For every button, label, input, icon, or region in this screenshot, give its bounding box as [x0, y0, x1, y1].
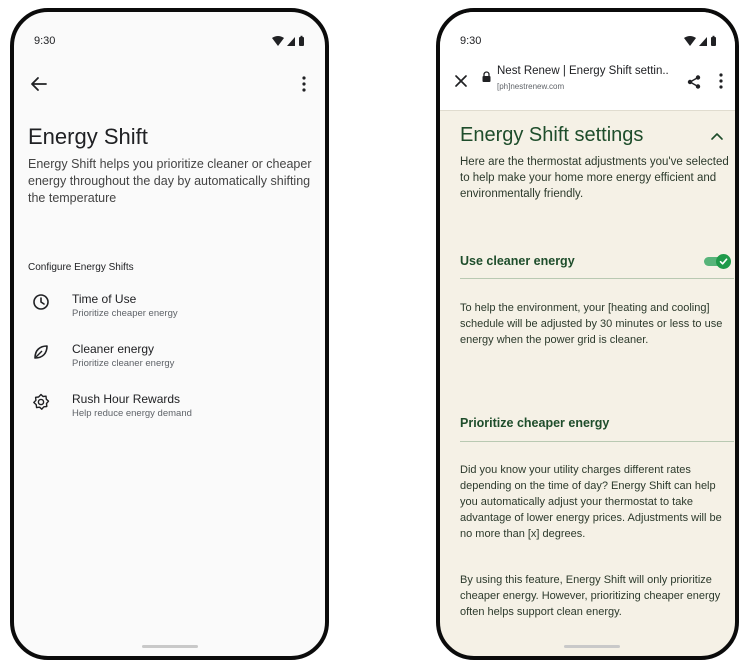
- more-options-icon[interactable]: [297, 75, 311, 93]
- signal-icon: [699, 37, 707, 46]
- battery-icon: [711, 37, 716, 46]
- settings-title: Energy Shift settings: [460, 124, 644, 146]
- divider: [460, 441, 734, 442]
- cheaper-energy-note: By using this feature, Energy Shift will…: [460, 574, 721, 618]
- phone-browser-settings: 9:30 Nest Renew | Energy Shift settin.. …: [436, 8, 739, 660]
- phone-energy-shift-app: 9:30 Energy Shift Energy Shift helps you…: [10, 8, 329, 660]
- cheaper-energy-heading: Prioritize cheaper energy: [460, 416, 610, 430]
- cleaner-energy-body: To help the environment, your [heating a…: [460, 302, 723, 346]
- settings-intro: Here are the thermostat adjustments you'…: [460, 156, 729, 200]
- chevron-up-icon[interactable]: [709, 129, 725, 141]
- wifi-icon: [272, 36, 284, 46]
- page-title: Energy Shift: [28, 124, 148, 149]
- home-indicator[interactable]: [142, 645, 198, 648]
- cleaner-energy-toggle[interactable]: [704, 254, 732, 269]
- browser-page-title: Nest Renew | Energy Shift settin..: [497, 65, 669, 77]
- back-arrow-icon[interactable]: [28, 73, 50, 95]
- wifi-icon: [684, 36, 696, 46]
- option-subtitle: Prioritize cheaper energy: [72, 308, 178, 319]
- browser-url[interactable]: [ph]nestrenew.com: [497, 82, 564, 91]
- status-icons: [271, 34, 307, 46]
- cleaner-energy-heading: Use cleaner energy: [460, 254, 575, 268]
- option-title: Time of Use: [72, 292, 137, 306]
- section-label: Configure Energy Shifts: [28, 262, 134, 273]
- toggle-thumb: [716, 254, 731, 269]
- clock-icon: [32, 293, 50, 311]
- browser-toolbar: Nest Renew | Energy Shift settin.. [ph]n…: [440, 52, 735, 111]
- signal-icon: [287, 37, 295, 46]
- status-bar: 9:30: [440, 12, 735, 52]
- option-rush-hour-rewards[interactable]: Rush Hour Rewards Help reduce energy dem…: [32, 392, 312, 428]
- leaf-icon: [32, 343, 50, 361]
- battery-icon: [299, 37, 304, 46]
- status-time: 9:30: [34, 35, 56, 47]
- share-icon[interactable]: [686, 74, 702, 90]
- gear-icon: [32, 393, 50, 411]
- status-icons: [683, 34, 719, 46]
- option-subtitle: Help reduce energy demand: [72, 408, 192, 419]
- option-cleaner-energy[interactable]: Cleaner energy Prioritize cleaner energy: [32, 342, 312, 378]
- option-title: Rush Hour Rewards: [72, 392, 181, 406]
- more-options-icon[interactable]: [715, 72, 727, 90]
- status-time: 9:30: [460, 35, 482, 47]
- option-subtitle: Prioritize cleaner energy: [72, 358, 175, 369]
- status-bar: 9:30: [14, 12, 325, 52]
- option-title: Cleaner energy: [72, 342, 155, 356]
- divider: [460, 278, 734, 279]
- lock-icon: [482, 69, 491, 82]
- page-description: Energy Shift helps you prioritize cleane…: [28, 157, 312, 205]
- close-icon[interactable]: [454, 74, 468, 88]
- option-time-of-use[interactable]: Time of Use Prioritize cheaper energy: [32, 292, 312, 328]
- check-icon: [719, 258, 728, 265]
- cheaper-energy-body: Did you know your utility charges differ…: [460, 464, 722, 540]
- home-indicator[interactable]: [564, 645, 620, 648]
